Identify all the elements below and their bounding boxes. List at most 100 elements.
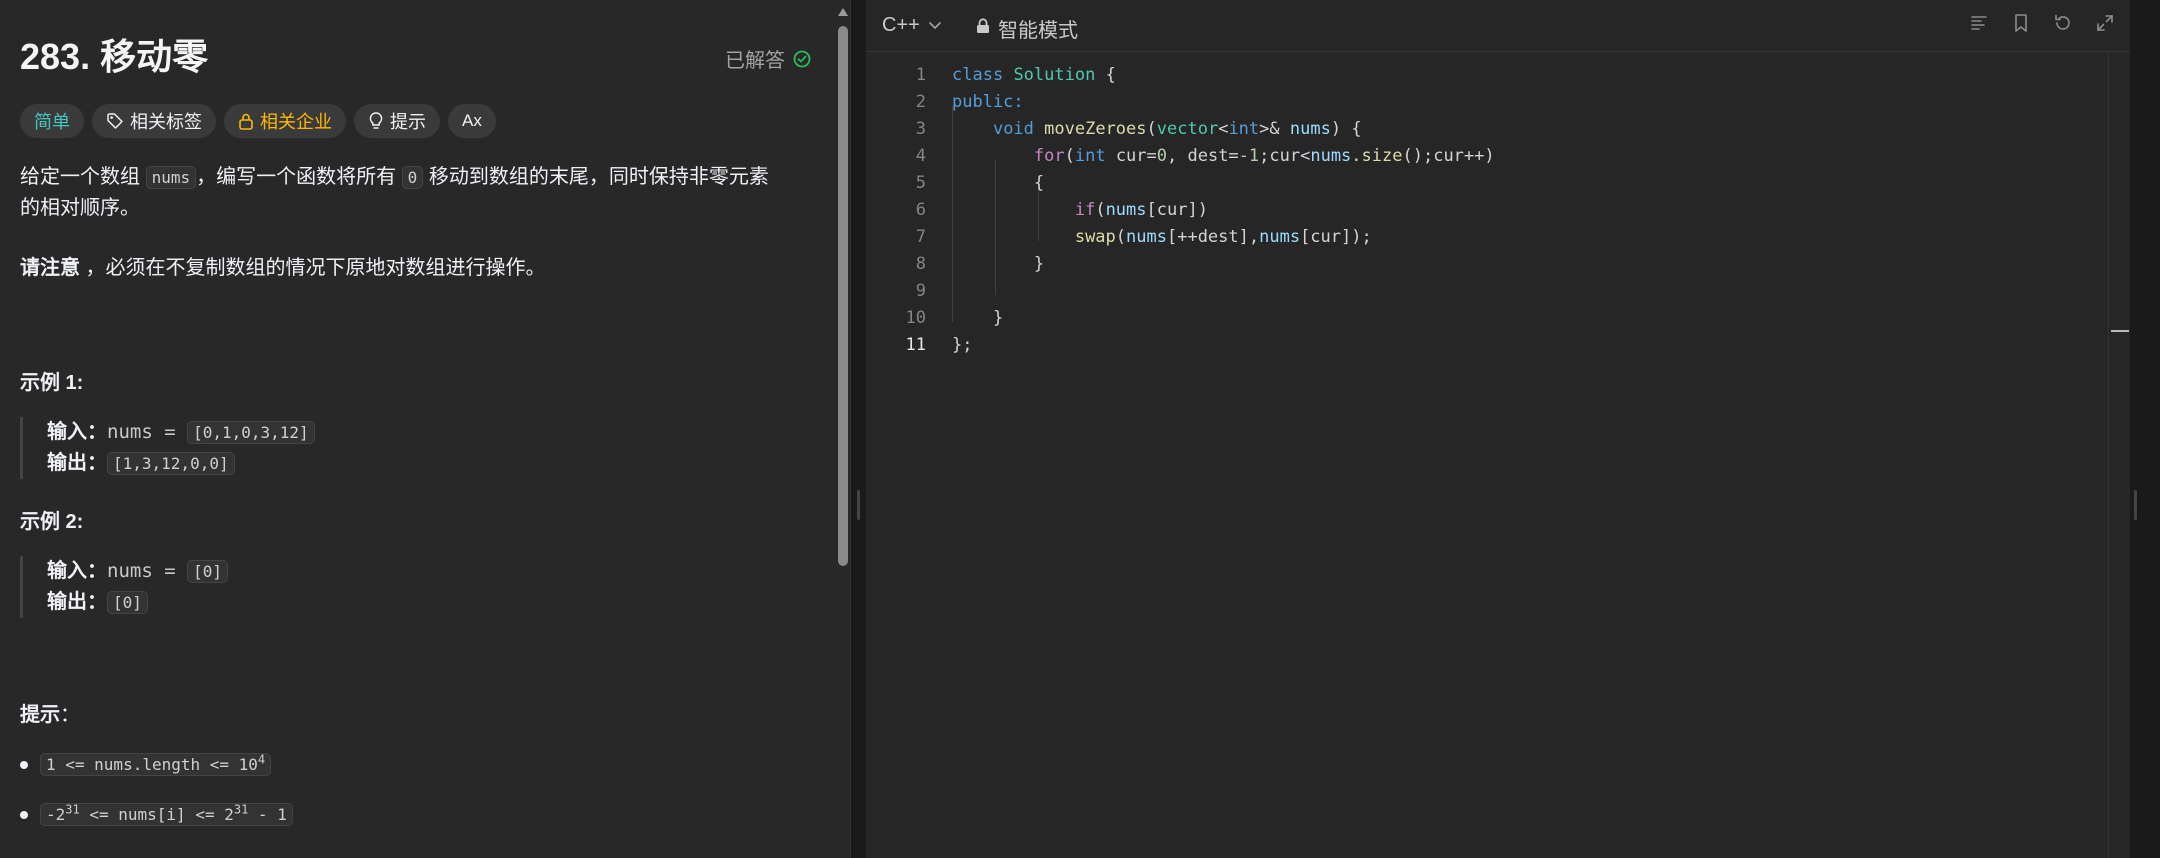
line-number: 10 bbox=[905, 308, 926, 328]
code-line[interactable]: 3 void moveZeroes(vector<int>& nums) { bbox=[866, 116, 2106, 143]
fullscreen-button[interactable] bbox=[2092, 12, 2118, 38]
input-value: [0] bbox=[187, 560, 228, 583]
code-area[interactable]: 1 class Solution { 2 public: 3 void move… bbox=[866, 52, 2112, 858]
constraint-item: -231 <= nums[i] <= 231 - 1 bbox=[20, 803, 293, 826]
hint-button[interactable]: 提示 bbox=[354, 104, 440, 138]
input-label: 输入： bbox=[47, 421, 107, 443]
code-text: swap(nums[++dest],nums[cur]); bbox=[1074, 227, 1372, 247]
companies-label: 相关企业 bbox=[260, 112, 332, 132]
description-paragraph-1: 给定一个数组 nums ，编写一个函数将所有 0 移动到数组的末尾，同时保持非零元… bbox=[20, 162, 803, 223]
editor-actions bbox=[1966, 12, 2118, 38]
code-text: public: bbox=[952, 92, 1024, 112]
constraint-text: -2 bbox=[46, 805, 66, 824]
problem-title: 283. 移动零 bbox=[20, 36, 209, 77]
align-left-icon bbox=[1969, 14, 1989, 37]
description-paragraph-2: 请注意 ，必须在不复制数组的情况下原地对数组进行操作。 bbox=[20, 253, 803, 283]
topic-tags-button[interactable]: 相关标签 bbox=[92, 104, 216, 138]
code-text: void moveZeroes(vector<int>& nums) { bbox=[992, 119, 1362, 139]
constraint-item: 1 <= nums.length <= 104 bbox=[20, 752, 272, 776]
constraint-code: 1 <= nums.length <= 104 bbox=[40, 752, 272, 776]
smart-mode-toggle[interactable]: 智能模式 bbox=[976, 14, 1078, 43]
code-text: if(nums[cur]) bbox=[1074, 200, 1208, 220]
description-scrollbar[interactable] bbox=[838, 8, 848, 850]
output-label: 输出： bbox=[47, 452, 107, 474]
line-number: 9 bbox=[915, 281, 926, 301]
line-number: 2 bbox=[915, 92, 926, 112]
example-1-block: 输入：nums = [0,1,0,3,12] 输出： [1,3,12,0,0] bbox=[20, 417, 315, 479]
input-value: [0,1,0,3,12] bbox=[187, 421, 315, 444]
output-value: [0] bbox=[107, 591, 148, 614]
constraint-text: <= nums[i] <= 2 bbox=[79, 805, 234, 824]
code-text: }; bbox=[952, 335, 973, 355]
splitter-grip[interactable] bbox=[2134, 490, 2137, 520]
note-bold: 请注意 bbox=[20, 257, 80, 279]
companies-button[interactable]: 相关企业 bbox=[224, 104, 346, 138]
example-2-block: 输入：nums = [0] 输出： [0] bbox=[20, 556, 228, 618]
inline-code-nums: nums bbox=[145, 166, 197, 189]
format-code-button[interactable] bbox=[1966, 12, 1992, 38]
tag-bar: 简单 相关标签 相关企业 提示 Ax bbox=[20, 104, 496, 138]
line-number: 8 bbox=[915, 254, 926, 274]
constraint-sup: 31 bbox=[65, 802, 80, 817]
description-text: 移动到数组的末尾，同时保持非零元素 bbox=[423, 166, 769, 188]
description-panel: 283. 移动零 已解答 简单 相关标签 相关企业 提示 Ax 给定一个数组 n… bbox=[0, 0, 851, 858]
line-number: 5 bbox=[915, 173, 926, 193]
lock-icon bbox=[976, 17, 990, 40]
difficulty-label: 简单 bbox=[34, 112, 70, 132]
editor-scrollbar[interactable] bbox=[2108, 52, 2130, 858]
constraints-heading: 提示： bbox=[20, 698, 80, 727]
input-var: nums = bbox=[107, 560, 188, 582]
code-line[interactable]: 7 swap(nums[++dest],nums[cur]); bbox=[866, 224, 2106, 251]
bookmark-button[interactable] bbox=[2008, 12, 2034, 38]
translate-button[interactable]: Ax bbox=[448, 104, 496, 138]
code-text: } bbox=[992, 308, 1004, 328]
bullet bbox=[20, 760, 28, 769]
code-line[interactable]: 10 } bbox=[866, 305, 2106, 332]
check-circle-icon bbox=[793, 50, 811, 68]
constraint-text: 1 <= nums.length <= 10 bbox=[46, 755, 258, 774]
line-number: 6 bbox=[915, 200, 926, 220]
inline-code-zero: 0 bbox=[401, 166, 424, 189]
description-text: ，编写一个函数将所有 bbox=[196, 166, 402, 188]
code-line[interactable]: 4 for(int cur=0, dest=-1;cur<nums.size()… bbox=[866, 143, 2106, 170]
line-number: 1 bbox=[915, 65, 926, 85]
code-line[interactable]: 9 bbox=[866, 278, 2106, 305]
code-text: for(int cur=0, dest=-1;cur<nums.size();c… bbox=[1033, 146, 1495, 166]
code-line[interactable]: 1 class Solution { bbox=[866, 62, 2106, 89]
lock-icon bbox=[238, 112, 254, 130]
translate-icon: Ax bbox=[462, 111, 482, 130]
code-text: { bbox=[1033, 173, 1045, 193]
expand-icon bbox=[2095, 13, 2115, 38]
right-edge-strip bbox=[2130, 0, 2160, 858]
code-line-active[interactable]: 11 }; bbox=[866, 332, 2106, 359]
reset-code-button[interactable] bbox=[2050, 12, 2076, 38]
editor-toolbar: C++ 智能模式 bbox=[866, 0, 2130, 52]
language-select[interactable]: C++ bbox=[882, 14, 942, 37]
chevron-down-icon bbox=[928, 14, 942, 37]
solved-label: 已解答 bbox=[725, 50, 785, 72]
topic-tags-label: 相关标签 bbox=[130, 112, 202, 132]
scroll-up-arrow-icon[interactable] bbox=[838, 8, 848, 16]
code-line[interactable]: 8 } bbox=[866, 251, 2106, 278]
line-number: 7 bbox=[915, 227, 926, 247]
description-scroll: 283. 移动零 已解答 简单 相关标签 相关企业 提示 Ax 给定一个数组 n… bbox=[0, 0, 833, 858]
solved-badge[interactable]: 已解答 bbox=[725, 44, 811, 73]
title-row: 283. 移动零 已解答 bbox=[20, 36, 811, 78]
output-label: 输出： bbox=[47, 591, 107, 613]
language-label: C++ bbox=[882, 14, 920, 36]
line-number: 11 bbox=[905, 335, 926, 355]
pane-splitter[interactable] bbox=[852, 0, 866, 858]
splitter-grip[interactable] bbox=[857, 490, 860, 520]
bookmark-icon bbox=[2013, 13, 2029, 38]
code-line[interactable]: 5 { bbox=[866, 170, 2106, 197]
scrollbar-thumb[interactable] bbox=[838, 26, 848, 566]
difficulty-tag[interactable]: 简单 bbox=[20, 104, 84, 138]
line-number: 4 bbox=[915, 146, 926, 166]
code-editor-panel: C++ 智能模式 1 class Solution {2 public: 3 … bbox=[866, 0, 2130, 858]
description-text: 给定一个数组 bbox=[20, 166, 146, 188]
code-line[interactable]: 6 if(nums[cur]) bbox=[866, 197, 2106, 224]
bullet bbox=[20, 810, 28, 819]
code-line[interactable]: 2 public: bbox=[866, 89, 2106, 116]
line-number: 3 bbox=[915, 119, 926, 139]
constraint-sup: 4 bbox=[257, 752, 266, 767]
